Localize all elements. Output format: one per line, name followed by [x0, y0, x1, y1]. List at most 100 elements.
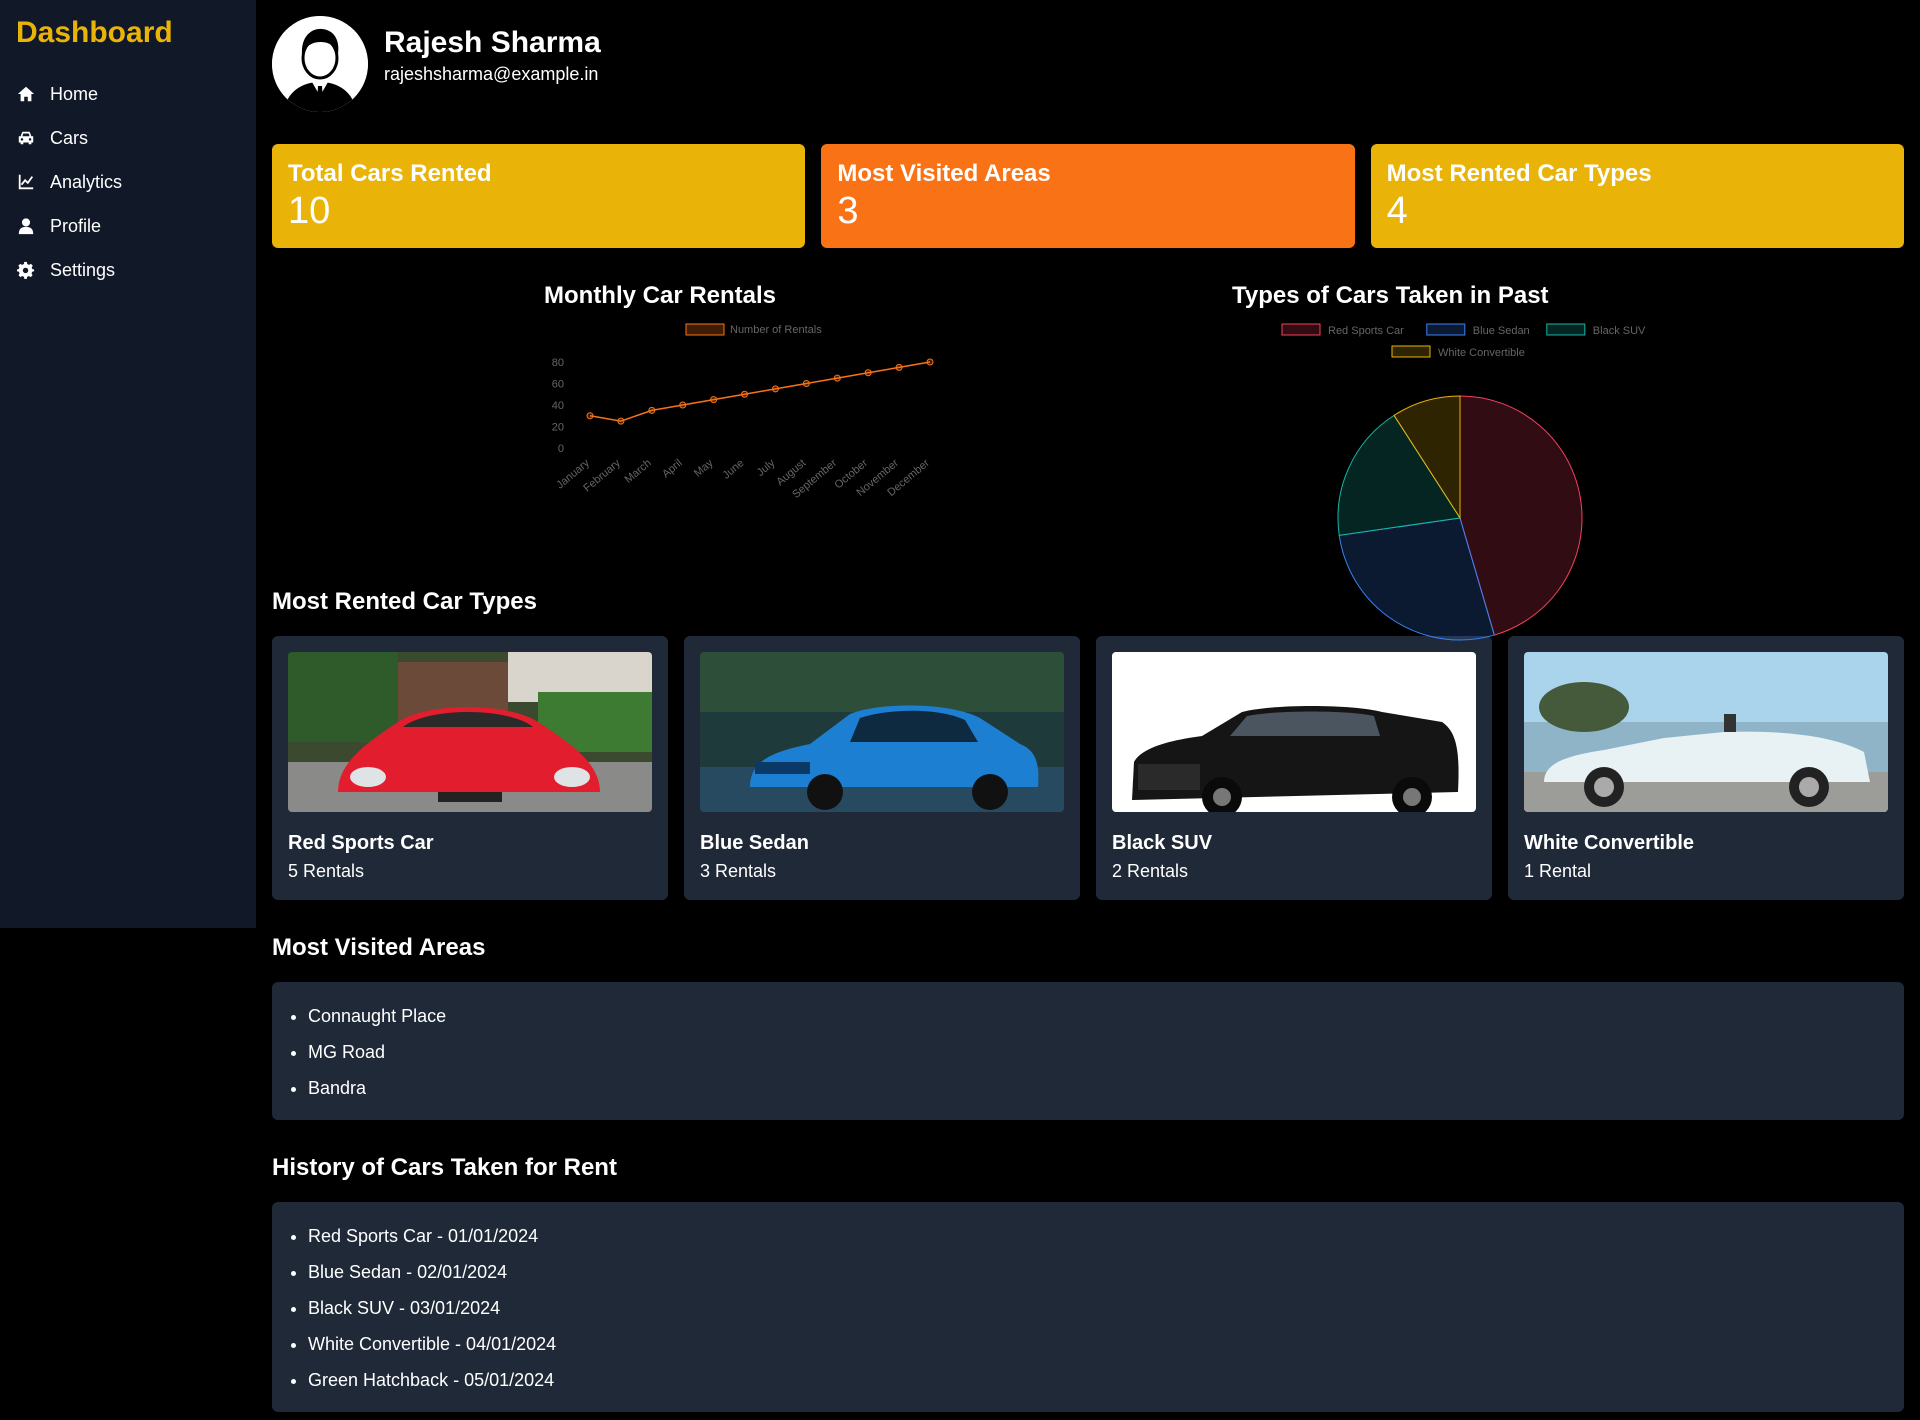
series-line — [589, 361, 931, 422]
card-rentals: 2 Rentals — [1112, 861, 1189, 881]
legend-swatch — [1426, 323, 1466, 336]
data-point — [802, 380, 810, 387]
most-rented-heading: Most Rented Car Types — [272, 588, 537, 615]
sidebar-item-settings[interactable]: Settings — [16, 248, 240, 292]
y-tick-label: 60 — [552, 379, 564, 391]
home-icon — [16, 84, 36, 104]
car-card-red-sports-car[interactable]: Red Sports Car 5 Rentals — [272, 636, 668, 900]
car-types-pie-chart: Red Sports Car Blue Sedan Black SUV White C… — [1281, 323, 1646, 641]
car-card-white-convertible[interactable]: White Convertible 1 Rental — [1508, 636, 1904, 900]
stat-title: Total Cars Rented — [288, 160, 492, 187]
list-item: Blue Sedan - 02/01/2024 — [308, 1254, 1884, 1290]
y-tick-label: 80 — [552, 357, 564, 369]
list-item: MG Road — [308, 1034, 1884, 1070]
avatar[interactable] — [272, 16, 368, 112]
profile-email: rajeshsharma@example.in — [384, 63, 599, 84]
x-tick-label: July — [755, 457, 778, 479]
profile-header: Rajesh Sharma rajeshsharma@example.in — [272, 0, 1904, 120]
monthly-rentals-line-chart: Number of Rentals020406080JanuaryFebruar… — [552, 323, 934, 501]
data-point — [926, 358, 934, 366]
list-item: Green Hatchback - 05/01/2024 — [308, 1362, 1884, 1398]
data-point — [771, 385, 779, 393]
main-content: Rajesh Sharma rajeshsharma@example.in To… — [272, 0, 1904, 1412]
card-rentals: 5 Rentals — [288, 861, 365, 881]
y-tick-label: 20 — [552, 422, 564, 434]
legend-swatch — [1281, 323, 1321, 336]
legend-swatch — [1546, 323, 1586, 336]
blue-sedan-image — [700, 652, 1064, 812]
sidebar-item-home[interactable]: Home — [16, 72, 240, 116]
sidebar-item-analytics[interactable]: Analytics — [16, 160, 240, 204]
list-item: Red Sports Car - 01/01/2024 — [308, 1218, 1884, 1254]
card-title: Black SUV — [1112, 832, 1213, 854]
areas-list: Connaught Place MG Road Bandra — [308, 998, 1884, 1106]
white-convertible-image — [1524, 652, 1888, 812]
data-point — [586, 412, 594, 420]
history-list: Red Sports Car - 01/01/2024 Blue Sedan -… — [308, 1218, 1884, 1398]
y-tick-label: 40 — [552, 400, 564, 412]
x-tick-label: March — [623, 457, 654, 486]
data-point — [617, 417, 625, 425]
history-list-box: Red Sports Car - 01/01/2024 Blue Sedan -… — [272, 1202, 1904, 1412]
history-heading: History of Cars Taken for Rent — [272, 1154, 617, 1181]
sidebar-item-label: Profile — [50, 215, 102, 236]
user-icon — [16, 216, 36, 236]
stat-value: 4 — [1386, 190, 1408, 232]
stat-value: 10 — [288, 190, 331, 232]
stat-title: Most Rented Car Types — [1386, 160, 1652, 187]
data-point — [710, 396, 718, 404]
data-point — [648, 406, 656, 414]
sidebar-item-label: Cars — [50, 127, 89, 148]
data-point — [741, 390, 749, 398]
data-point — [895, 363, 903, 371]
chart-line-icon — [16, 172, 36, 192]
stat-title: Most Visited Areas — [837, 160, 1051, 187]
car-card-blue-sedan[interactable]: Blue Sedan 3 Rentals — [684, 636, 1080, 900]
card-rentals: 3 Rentals — [700, 861, 777, 881]
legend-label: Red Sports Car — [1328, 325, 1404, 337]
x-tick-label: April — [660, 457, 685, 480]
stat-most-visited-areas: Most Visited Areas 3 — [821, 144, 1355, 248]
stat-value: 3 — [837, 190, 859, 232]
list-item: Connaught Place — [308, 998, 1884, 1034]
sidebar-item-label: Home — [50, 83, 99, 104]
card-title: White Convertible — [1524, 832, 1695, 854]
legend-label: Blue Sedan — [1473, 325, 1530, 337]
stats-row: Total Cars Rented 10 Most Visited Areas … — [272, 144, 1904, 248]
sidebar: Dashboard Home Cars Analytics Profile Se… — [0, 0, 256, 928]
legend-swatch — [685, 323, 725, 336]
data-point — [679, 401, 687, 409]
profile-name: Rajesh Sharma — [384, 25, 601, 59]
x-tick-label: May — [692, 457, 716, 480]
areas-list-box: Connaught Place MG Road Bandra — [272, 982, 1904, 1120]
y-tick-label: 0 — [558, 443, 564, 455]
card-title: Red Sports Car — [288, 832, 434, 854]
car-card-black-suv[interactable]: Black SUV 2 Rentals — [1096, 636, 1492, 900]
sidebar-item-cars[interactable]: Cars — [16, 116, 240, 160]
sidebar-title: Dashboard — [16, 16, 173, 49]
legend-label: Black SUV — [1593, 325, 1646, 337]
car-type-cards: Red Sports Car 5 Rentals Blue Sedan 3 Re… — [272, 636, 1904, 900]
sidebar-item-label: Settings — [50, 259, 116, 280]
list-item: Black SUV - 03/01/2024 — [308, 1290, 1884, 1326]
pie-chart-title: Types of Cars Taken in Past — [1232, 282, 1549, 309]
stat-total-cars-rented: Total Cars Rented 10 — [272, 144, 806, 248]
stat-most-rented-car-types: Most Rented Car Types 4 — [1370, 144, 1904, 248]
data-point — [864, 369, 872, 377]
card-rentals: 1 Rental — [1524, 861, 1592, 881]
red-sports-car-image — [288, 652, 652, 812]
car-icon — [16, 128, 36, 148]
legend-label: White Convertible — [1438, 347, 1525, 359]
sidebar-item-profile[interactable]: Profile — [16, 204, 240, 248]
most-visited-heading: Most Visited Areas — [272, 934, 486, 961]
legend-label: Number of Rentals — [730, 324, 822, 336]
card-title: Blue Sedan — [700, 832, 809, 854]
x-tick-label: June — [720, 457, 746, 482]
list-item: Bandra — [308, 1070, 1884, 1106]
line-chart-title: Monthly Car Rentals — [544, 282, 777, 309]
gear-icon — [16, 260, 36, 280]
black-suv-image — [1112, 652, 1476, 812]
charts-area: Monthly Car Rentals Number of Rentals 0 20… — [272, 248, 1904, 641]
list-item: White Convertible - 04/01/2024 — [308, 1326, 1884, 1362]
legend-swatch — [1391, 345, 1431, 358]
